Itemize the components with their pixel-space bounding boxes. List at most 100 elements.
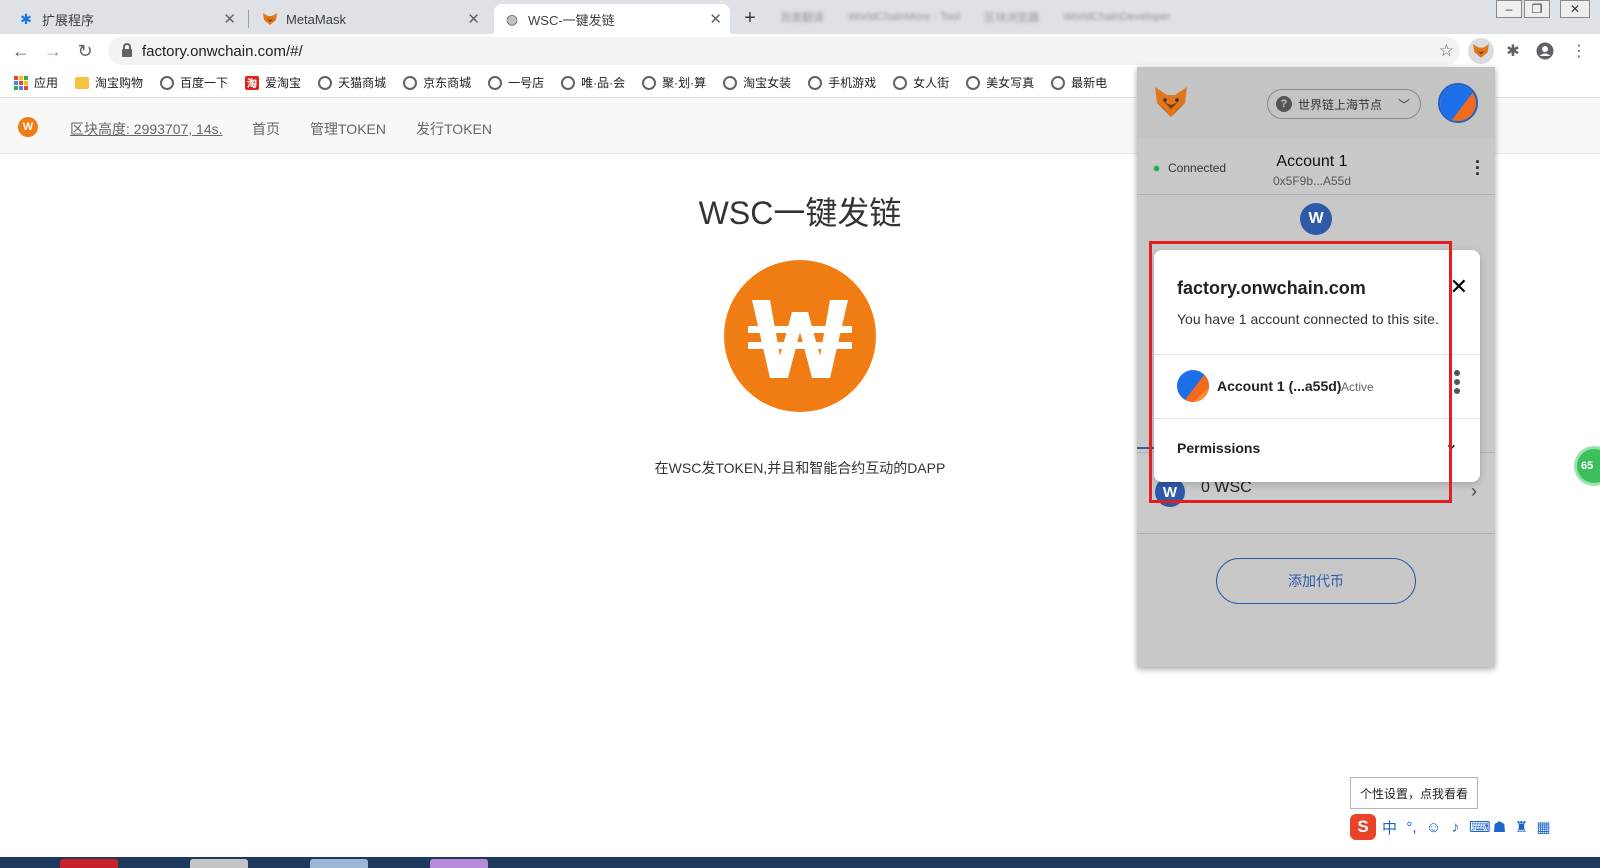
bookmark-item[interactable]: 天猫商城 [318, 74, 386, 91]
metamask-fox-icon[interactable] [1153, 85, 1189, 119]
metamask-extension-button[interactable] [1468, 38, 1494, 64]
close-icon[interactable]: ✕ [1450, 274, 1468, 300]
globe-icon [723, 75, 738, 90]
skin-shirt-icon[interactable]: ♜ [1513, 818, 1530, 836]
background-tab[interactable]: 百度翻译 [780, 9, 824, 25]
microphone-icon[interactable]: ♪ [1447, 819, 1464, 836]
keyboard-icon[interactable]: ⌨ [1469, 818, 1491, 836]
bookmark-item[interactable]: 聚·划·算 [642, 74, 706, 91]
bookmark-item[interactable]: 最新电 [1051, 74, 1107, 91]
bookmark-item[interactable]: 手机游戏 [808, 74, 876, 91]
close-window-button[interactable]: ✕ [1560, 0, 1590, 18]
bookmark-item[interactable]: 淘宝女装 [723, 74, 791, 91]
chevron-down-icon: ﹀ [1397, 98, 1410, 112]
bookmark-item[interactable]: 京东商城 [403, 74, 471, 91]
user-icon[interactable]: ☗ [1491, 818, 1508, 836]
emoji-icon[interactable]: ☺ [1425, 819, 1442, 836]
account-bar: Connected Account 1 0x5F9b...A55d · · · [1137, 139, 1495, 195]
bookmark-item[interactable]: 淘爱淘宝 [245, 74, 301, 91]
bookmark-label: 京东商城 [423, 76, 472, 90]
toolbox-icon[interactable]: ▦ [1535, 818, 1552, 836]
jazzicon-icon [1440, 85, 1476, 121]
sogou-logo-icon[interactable]: S [1350, 814, 1376, 840]
tab-metamask[interactable]: MetaMask ✕ [252, 4, 488, 34]
connected-sites-modal: factory.onwchain.com ✕ You have 1 accoun… [1154, 250, 1480, 482]
floating-widget-badge[interactable]: 65 [1574, 446, 1600, 486]
chevron-down-icon[interactable]: ⌄ [1445, 434, 1458, 454]
block-height-link[interactable]: 区块高度: 2993707, 14s. [70, 119, 223, 139]
bookmark-apps[interactable]: 应用 [14, 74, 58, 91]
reload-button[interactable]: ↻ [74, 40, 96, 62]
metamask-fox-icon [262, 11, 278, 27]
background-tab[interactable]: WorldChainDeveloper [1063, 11, 1170, 23]
tab-extensions[interactable]: ✱ 扩展程序 ✕ [8, 4, 244, 34]
taskbar-item[interactable] [60, 859, 118, 868]
tab-title: MetaMask [286, 11, 346, 27]
bookmark-item[interactable]: 一号店 [488, 74, 544, 91]
bookmark-label: 应用 [34, 76, 59, 90]
permissions-toggle[interactable]: Permissions [1177, 440, 1260, 456]
network-selector[interactable]: ? 世界链上海节点 ﹀ [1267, 89, 1421, 119]
wsc-logo-icon[interactable]: W [18, 117, 38, 137]
apps-grid-icon [14, 75, 28, 90]
close-icon[interactable]: ✕ [467, 10, 480, 28]
bookmark-label: 爱淘宝 [265, 76, 302, 90]
profile-icon [1536, 42, 1554, 60]
globe-icon [1051, 75, 1066, 90]
divider [1154, 354, 1480, 355]
account-avatar[interactable] [1438, 83, 1478, 123]
divider [1154, 418, 1480, 419]
bookmark-item[interactable]: 百度一下 [160, 74, 228, 91]
bookmark-star-icon[interactable]: ☆ [1439, 41, 1454, 61]
address-bar[interactable]: factory.onwchain.com/#/ ☆ [108, 37, 1460, 65]
bookmark-item[interactable]: 唯·品·会 [561, 74, 625, 91]
nav-home[interactable]: 首页 [252, 119, 280, 139]
account-address[interactable]: 0x5F9b...A55d [1237, 174, 1387, 188]
puzzle-icon: ✱ [20, 10, 32, 27]
taobao-icon: 淘 [245, 75, 260, 90]
lock-icon[interactable] [122, 43, 132, 57]
chrome-menu-button[interactable]: ⋮ [1566, 38, 1592, 64]
bookmark-label: 百度一下 [180, 76, 229, 90]
close-icon[interactable]: ✕ [223, 10, 236, 28]
extensions-puzzle-button[interactable]: ✱ [1500, 38, 1526, 64]
bookmark-label: 聚·划·算 [662, 76, 707, 90]
connected-account-row[interactable]: Account 1 (...a55d) Active [1154, 356, 1480, 418]
bookmark-label: 天猫商城 [338, 76, 387, 90]
ime-mode-label[interactable]: 中 [1381, 817, 1398, 838]
bookmark-item[interactable]: 美女写真 [966, 74, 1034, 91]
url-text[interactable]: factory.onwchain.com/#/ [142, 43, 303, 60]
bookmark-folder[interactable]: 淘宝购物 [75, 74, 143, 91]
tab-title: WSC-一键发链 [528, 12, 615, 28]
new-tab-button[interactable]: + [738, 6, 762, 30]
back-button[interactable]: ← [10, 40, 32, 62]
taskbar-item[interactable] [310, 859, 368, 868]
account-active-label: Active [1341, 380, 1374, 394]
tab-wsc[interactable]: ◍ WSC-一键发链 ✕ [494, 4, 730, 34]
account-options-kebab-icon[interactable]: · · · [1475, 153, 1481, 183]
close-icon[interactable]: ✕ [709, 10, 722, 28]
background-tabs: 百度翻译 WorldChainMore - Tool 区块浏览器 WorldCh… [780, 6, 1420, 28]
account-name[interactable]: Account 1 [1237, 153, 1387, 171]
bookmark-label: 最新电 [1071, 76, 1108, 90]
globe-icon [966, 75, 981, 90]
taskbar-item[interactable] [430, 859, 488, 868]
background-tab[interactable]: 区块浏览器 [984, 9, 1039, 25]
punctuation-icon[interactable]: °, [1403, 819, 1420, 836]
connection-status[interactable]: Connected [1153, 161, 1226, 175]
background-tab[interactable]: WorldChainMore - Tool [848, 11, 960, 23]
globe-icon [561, 75, 576, 90]
taskbar-item[interactable] [190, 859, 248, 868]
forward-button[interactable]: → [42, 40, 64, 62]
bookmark-item[interactable]: 女人街 [893, 74, 949, 91]
connected-account-name: Account 1 (...a55d) [1217, 378, 1342, 394]
nav-manage-token[interactable]: 管理TOKEN [310, 119, 386, 139]
add-token-button[interactable]: 添加代币 [1216, 558, 1416, 604]
profile-button[interactable] [1532, 38, 1558, 64]
minimize-button[interactable]: – [1496, 0, 1522, 18]
restore-button[interactable]: ❐ [1524, 0, 1550, 18]
browser-toolbar: ← → ↻ factory.onwchain.com/#/ ☆ ✱ ⋮ [0, 34, 1600, 68]
network-label: 世界链上海节点 [1298, 97, 1383, 112]
account-row-kebab-icon[interactable] [1454, 370, 1460, 394]
nav-issue-token[interactable]: 发行TOKEN [416, 119, 492, 139]
